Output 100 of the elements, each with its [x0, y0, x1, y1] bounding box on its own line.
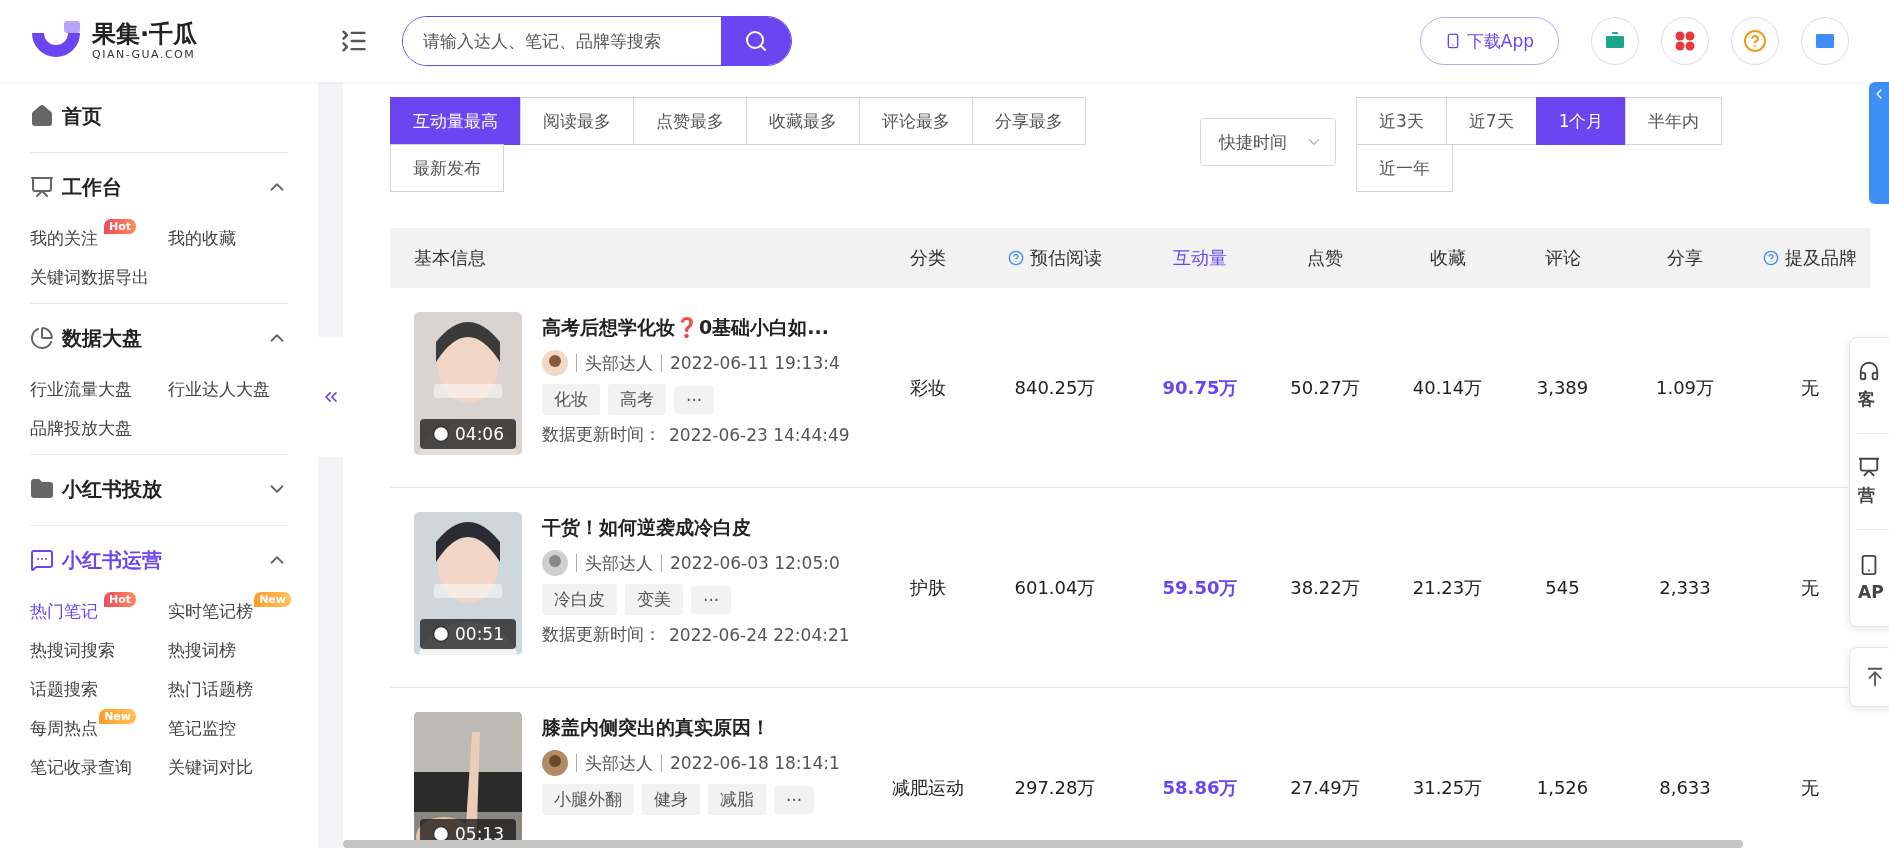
- search-field[interactable]: 请输入达人、笔记、品牌等搜索: [402, 16, 792, 66]
- table-cell-text: 1,526: [1535, 777, 1590, 798]
- sidebar-section-title[interactable]: 数据大盘: [62, 324, 266, 352]
- back-to-top-button[interactable]: [1849, 647, 1889, 707]
- update-time: 2022-06-23 14:44:49: [669, 424, 850, 445]
- update-label: 数据更新时间：: [542, 623, 661, 646]
- tag: 减脂: [708, 784, 766, 815]
- sidebar-item[interactable]: 热搜词榜: [168, 631, 274, 662]
- badge: New: [99, 709, 136, 724]
- sidebar-item[interactable]: 每周热点 New: [30, 709, 136, 740]
- author-type: 头部达人: [585, 751, 653, 775]
- time-tab[interactable]: 1个月: [1535, 97, 1627, 145]
- author-type: 头部达人: [585, 351, 653, 375]
- column-header[interactable]: 收藏: [1390, 246, 1505, 270]
- note-title[interactable]: 干货！如何逆袭成冷白皮: [542, 512, 885, 542]
- sidebar-section-title[interactable]: 小红书运营: [62, 546, 266, 574]
- publish-time: 2022-06-18 18:14:1: [670, 753, 840, 773]
- table-cell-text: 护肤: [908, 575, 947, 600]
- home-link[interactable]: 首页: [62, 102, 288, 130]
- avatar[interactable]: [542, 750, 568, 776]
- scrollbar[interactable]: [343, 840, 1743, 848]
- table-cell-text: 3,389: [1535, 377, 1590, 398]
- sidebar-item[interactable]: 热门话题榜: [168, 670, 291, 701]
- column-header[interactable]: 点赞: [1260, 246, 1390, 270]
- table-cell-text: 31.25万: [1411, 775, 1484, 800]
- tag: 化妆: [542, 384, 600, 415]
- chart-board-icon: [1858, 456, 1880, 478]
- column-header[interactable]: 分类: [885, 246, 970, 270]
- table-cell-text: 减肥运动: [890, 775, 965, 800]
- sidebar-item[interactable]: 我的收藏: [168, 219, 274, 250]
- note-title[interactable]: 膝盖内侧突出的真实原因！: [542, 712, 885, 742]
- sort-tab[interactable]: 最新发布: [390, 144, 504, 192]
- time-select[interactable]: 快捷时间: [1200, 118, 1336, 166]
- sort-tab[interactable]: 互动量最高: [390, 97, 521, 145]
- sidebar-item[interactable]: 我的关注 Hot: [30, 219, 136, 250]
- more-tags-button[interactable]: ···: [674, 385, 715, 414]
- menu-collapse-icon[interactable]: [340, 27, 368, 55]
- pie-chart-icon: [30, 326, 54, 350]
- sort-tab[interactable]: 分享最多: [972, 97, 1086, 145]
- column-header[interactable]: 互动量: [1140, 246, 1260, 270]
- more-tags-button[interactable]: ···: [691, 585, 732, 614]
- avatar[interactable]: [542, 350, 568, 376]
- help-icon[interactable]: [1763, 250, 1779, 266]
- float-panel-item[interactable]: 营: [1858, 434, 1889, 530]
- sidebar-item[interactable]: 关键词数据导出: [30, 258, 187, 289]
- download-app-button[interactable]: 下载App: [1419, 17, 1559, 65]
- author-type: 头部达人: [585, 551, 653, 575]
- time-tab[interactable]: 近7天: [1445, 97, 1537, 145]
- sidebar-item[interactable]: 笔记监控: [168, 709, 274, 740]
- logo-name: 果集·千瓜: [92, 21, 198, 48]
- tag: 健身: [642, 784, 700, 815]
- table-cell-text: 297.28万: [1013, 775, 1097, 800]
- table-cell-text: 1.09万: [1654, 375, 1716, 400]
- table-cell-text: 无: [1800, 775, 1820, 800]
- float-panel-item[interactable]: AP: [1858, 530, 1889, 626]
- sort-tab[interactable]: 评论最多: [859, 97, 973, 145]
- logo-domain: QIAN-GUA.COM: [92, 47, 197, 61]
- sidebar-section-title[interactable]: 小红书投放: [62, 475, 266, 503]
- sidebar-item[interactable]: 行业达人大盘: [168, 370, 308, 401]
- search-button[interactable]: [721, 17, 791, 65]
- table-cell-text: 90.75万: [1161, 375, 1239, 400]
- column-header[interactable]: 预估阅读: [970, 246, 1140, 270]
- sidebar-item[interactable]: 关键词对比: [168, 748, 291, 779]
- badge: New: [254, 592, 291, 607]
- home-icon: [30, 104, 54, 128]
- sidebar-item[interactable]: 笔记收录查询: [30, 748, 170, 779]
- update-time: 2022-06-24 22:04:21: [669, 624, 850, 645]
- time-tab[interactable]: 半年内: [1625, 97, 1723, 145]
- time-tab[interactable]: 近3天: [1356, 97, 1447, 145]
- tag: 变美: [625, 584, 683, 615]
- more-tags-button[interactable]: ···: [774, 785, 815, 814]
- search-icon: [744, 29, 768, 53]
- table-cell-text: 27.49万: [1289, 775, 1361, 800]
- sidebar-item[interactable]: 实时笔记榜 New: [168, 592, 291, 623]
- table-cell-text: 601.04万: [1013, 575, 1097, 600]
- sidebar-section-title[interactable]: 工作台: [62, 173, 266, 201]
- avatar[interactable]: [542, 550, 568, 576]
- monitor-chart-icon: [30, 175, 54, 199]
- tag: 小腿外翻: [542, 784, 634, 815]
- sidebar-item[interactable]: 热门笔记 Hot: [30, 592, 136, 623]
- column-header: 基本信息: [413, 246, 487, 270]
- video-duration: 00:51: [420, 619, 516, 649]
- folder-icon: [30, 477, 54, 501]
- sort-tab[interactable]: 收藏最多: [746, 97, 860, 145]
- table-cell-text: 21.23万: [1411, 575, 1484, 600]
- help-icon[interactable]: [1008, 250, 1024, 266]
- float-panel-item[interactable]: 客: [1858, 338, 1889, 434]
- column-header[interactable]: 分享: [1620, 246, 1750, 270]
- sidebar-item[interactable]: 热搜词搜索: [30, 631, 153, 662]
- column-header[interactable]: 评论: [1505, 246, 1620, 270]
- column-header[interactable]: 提及品牌: [1750, 246, 1870, 270]
- time-tab[interactable]: 近一年: [1356, 144, 1453, 192]
- note-title[interactable]: 高考后想学化妆❓0基础小白如...: [542, 312, 885, 342]
- table-cell-text: 58.86万: [1161, 775, 1239, 800]
- sidebar-item[interactable]: 话题搜索: [30, 670, 136, 701]
- chat-chart-icon: [30, 548, 54, 572]
- sidebar-item[interactable]: 品牌投放大盘: [30, 409, 170, 440]
- sort-tab[interactable]: 点赞最多: [633, 97, 747, 145]
- table-cell-text: 8,633: [1658, 777, 1712, 798]
- sort-tab[interactable]: 阅读最多: [520, 97, 634, 145]
